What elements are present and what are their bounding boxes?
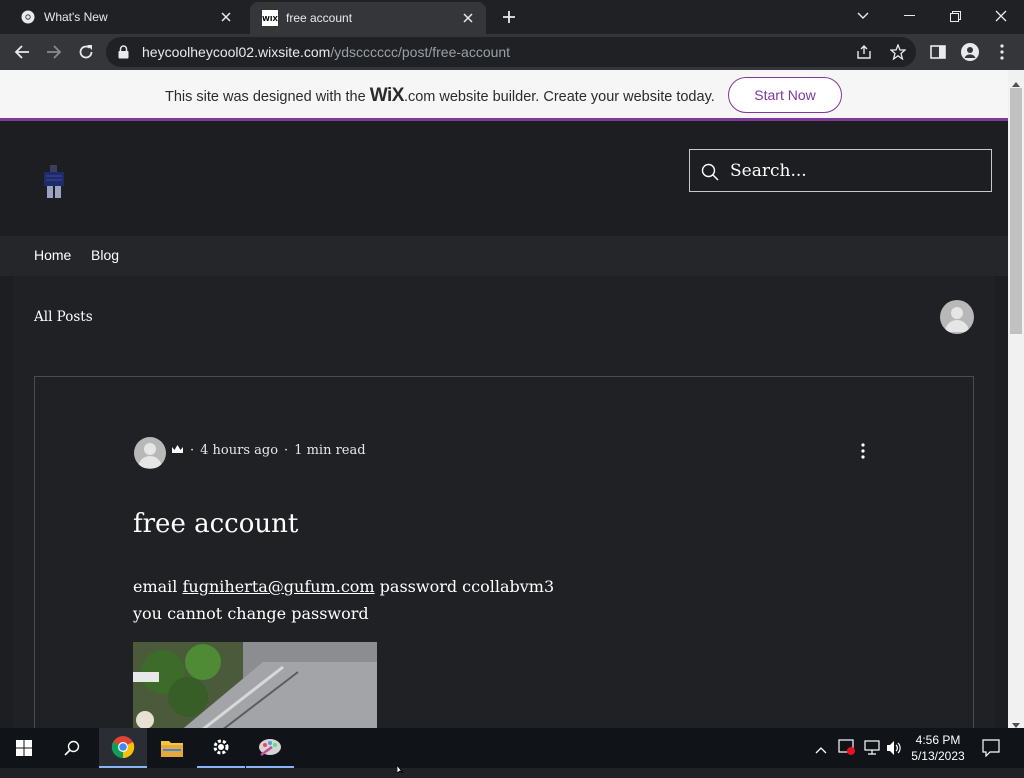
taskbar-search-icon[interactable] xyxy=(48,728,96,768)
nav-blog[interactable]: Blog xyxy=(91,247,119,263)
banner-text: This site was designed with the WiX.com … xyxy=(165,85,715,107)
volume-icon[interactable] xyxy=(886,740,902,761)
minimize-icon[interactable] xyxy=(886,0,932,32)
post-line-2: you cannot change password xyxy=(133,604,369,623)
wix-banner: This site was designed with the WiX.com … xyxy=(0,70,1008,121)
menu-kebab-icon[interactable] xyxy=(990,40,1014,64)
post-more-icon[interactable] xyxy=(861,443,869,461)
windows-taskbar: 4:56 PM 5/13/2023 xyxy=(0,728,1024,768)
meta-separator: · xyxy=(284,443,289,458)
login-avatar[interactable] xyxy=(940,300,974,334)
url-host: heycoolheycool02.wixsite.com xyxy=(142,44,331,60)
all-posts-link[interactable]: All Posts xyxy=(34,309,93,325)
chrome-icon xyxy=(20,9,36,25)
post-card: · 4 hours ago · 1 min read free account … xyxy=(34,376,974,728)
post-time: 4 hours ago xyxy=(200,443,279,458)
post-line-1: email fugniherta@gufum.com password ccol… xyxy=(133,573,554,600)
tab-search-chevron-icon[interactable] xyxy=(840,0,886,32)
tab-free-account[interactable]: WIX free account xyxy=(250,2,486,34)
email-link[interactable]: fugniherta@gufum.com xyxy=(183,577,375,596)
start-now-button[interactable]: Start Now xyxy=(728,77,842,113)
browser-toolbar: heycoolheycool02.wixsite.com/ydscccccc/p… xyxy=(0,34,1024,70)
site-header: Search... xyxy=(0,121,1008,236)
tab-title: free account xyxy=(286,11,353,25)
taskbar-file-explorer-icon[interactable] xyxy=(148,728,196,768)
lock-icon[interactable] xyxy=(118,45,129,64)
meta-separator: · xyxy=(190,443,195,458)
blog-content: All Posts · 4 hours ago · 1 min read fre… xyxy=(14,276,994,728)
tab-strip: What's New WIX free account xyxy=(0,0,1024,34)
bookmark-star-icon[interactable] xyxy=(889,43,907,65)
nav-home[interactable]: Home xyxy=(34,247,71,263)
security-alert-icon[interactable] xyxy=(838,739,856,760)
close-tab-icon[interactable] xyxy=(218,9,234,25)
windows-start-icon[interactable] xyxy=(0,728,48,768)
tab-whats-new[interactable]: What's New xyxy=(8,2,244,32)
wix-favicon-icon: WIX xyxy=(262,10,278,26)
url-path: /ydscccccc/post/free-account xyxy=(330,44,511,60)
clock-time: 4:56 PM xyxy=(915,733,961,747)
restore-icon[interactable] xyxy=(932,0,978,32)
site-search-box[interactable]: Search... xyxy=(689,149,992,192)
read-time: 1 min read xyxy=(294,443,366,458)
mouse-cursor-icon xyxy=(396,760,407,778)
banner-text-after: .com website builder. Create your websit… xyxy=(403,89,715,105)
tab-title: What's New xyxy=(44,10,108,24)
wix-logo: WiX xyxy=(369,85,405,106)
profile-icon[interactable] xyxy=(958,40,982,64)
post-body: email fugniherta@gufum.com password ccol… xyxy=(133,573,554,627)
taskbar-settings-icon[interactable] xyxy=(197,728,245,768)
body-password: password ccollabvm3 xyxy=(374,577,555,596)
taskbar-paint-icon[interactable] xyxy=(246,728,294,768)
scrollbar-thumb[interactable] xyxy=(1010,88,1022,334)
post-title: free account xyxy=(133,509,299,539)
taskbar-chrome-icon[interactable] xyxy=(99,728,147,768)
new-tab-icon[interactable] xyxy=(498,7,520,27)
close-window-icon[interactable] xyxy=(978,0,1024,32)
share-icon[interactable] xyxy=(856,44,872,65)
banner-text-before: This site was designed with the xyxy=(165,89,370,105)
crown-icon xyxy=(171,443,184,458)
site-page: Search... Home Blog All Posts · 4 hours … xyxy=(0,121,1008,728)
body-prefix: email xyxy=(133,577,183,596)
svg-text:WIX: WIX xyxy=(262,15,278,23)
taskbar-clock[interactable]: 4:56 PM 5/13/2023 xyxy=(906,732,970,764)
author-avatar[interactable] xyxy=(134,437,166,469)
side-panel-icon[interactable] xyxy=(926,40,950,64)
search-icon xyxy=(701,163,719,186)
notifications-icon[interactable] xyxy=(982,739,1000,762)
close-tab-icon[interactable] xyxy=(460,10,476,26)
reload-icon[interactable] xyxy=(74,40,98,64)
post-meta: · 4 hours ago · 1 min read xyxy=(171,443,366,458)
clock-date: 5/13/2023 xyxy=(911,749,965,763)
address-bar[interactable]: heycoolheycool02.wixsite.com/ydscccccc/p… xyxy=(106,37,916,67)
url-text[interactable]: heycoolheycool02.wixsite.com/ydscccccc/p… xyxy=(142,37,510,67)
page-scrollbar[interactable] xyxy=(1008,70,1024,728)
search-input[interactable]: Search... xyxy=(730,161,807,181)
forward-icon[interactable] xyxy=(42,40,66,64)
site-nav: Home Blog xyxy=(0,236,1008,276)
show-hidden-icons-chevron-icon[interactable] xyxy=(815,741,827,759)
site-logo[interactable] xyxy=(38,163,70,203)
network-icon[interactable] xyxy=(863,740,881,761)
post-image[interactable] xyxy=(133,642,377,728)
back-icon[interactable] xyxy=(10,40,34,64)
